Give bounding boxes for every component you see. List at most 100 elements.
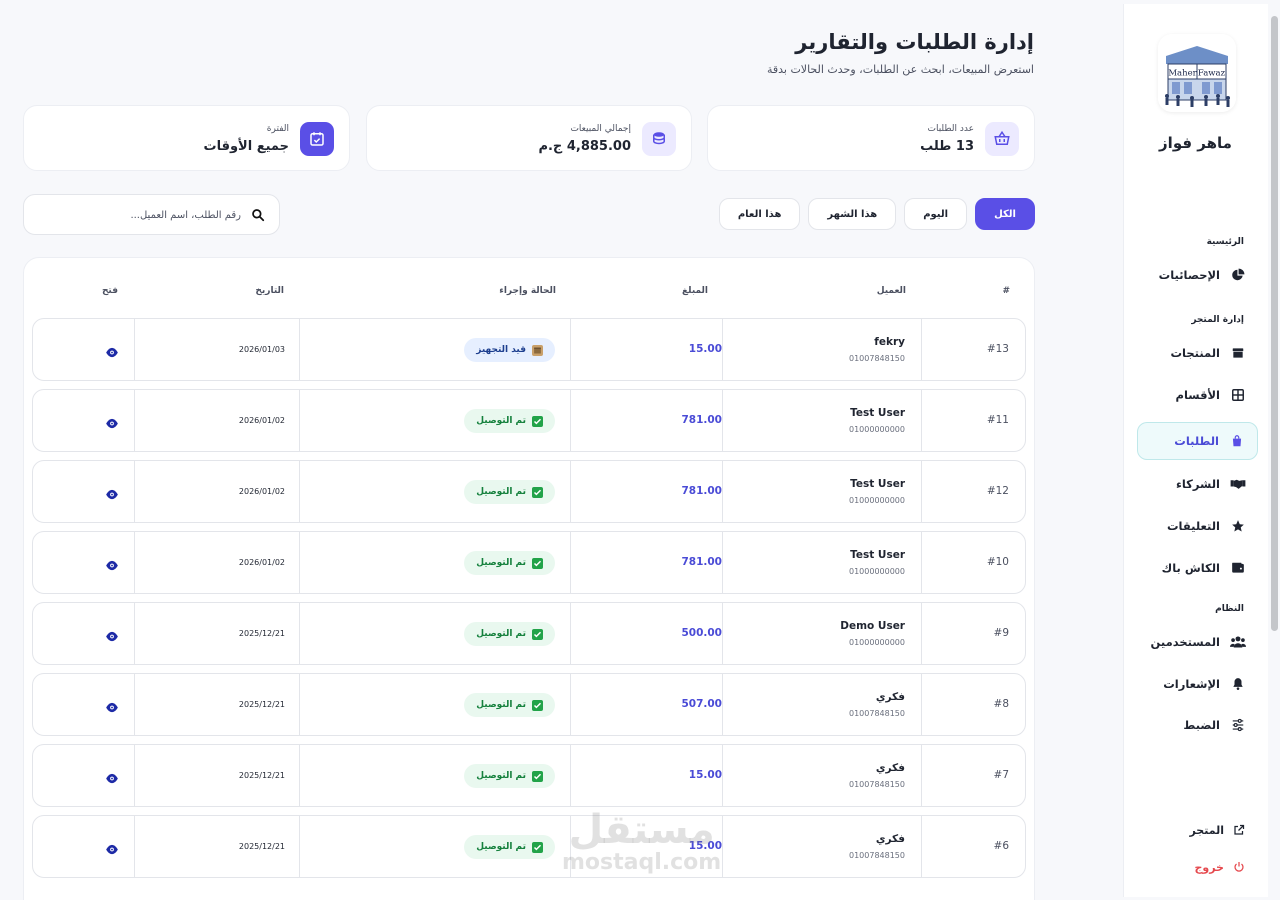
sidebar-item-reviews[interactable]: التعليقات: [1137, 507, 1258, 545]
sidebar-item-categories[interactable]: الأقسام: [1137, 376, 1258, 414]
cell-divider: [921, 461, 922, 522]
page-scrollbar[interactable]: [1271, 16, 1278, 631]
cell-divider: [570, 461, 571, 522]
cell-divider: [134, 816, 135, 877]
cell-divider: [921, 390, 922, 451]
order-number: #13: [986, 343, 1009, 355]
sidebar-item-statistics[interactable]: الإحصائيات: [1137, 256, 1258, 294]
coins-icon: [642, 122, 676, 156]
external-link-icon: [1232, 823, 1246, 837]
status-badge[interactable]: تم التوصيل: [464, 693, 555, 717]
cell-divider: [570, 532, 571, 593]
filter-today-button[interactable]: اليوم: [904, 198, 968, 230]
sidebar-item-notifications[interactable]: الإشعارات: [1137, 665, 1258, 703]
sidebar-item-label: الشركاء: [1175, 477, 1220, 491]
sidebar-item-partners[interactable]: الشركاء: [1137, 465, 1258, 503]
status-badge[interactable]: تم التوصيل: [464, 551, 555, 575]
logout-button[interactable]: خروج: [1137, 855, 1258, 879]
customer-name: Test User: [850, 549, 905, 561]
pie-chart-icon: [1230, 267, 1246, 283]
table-row[interactable]: #12 Test User 01000000000 781.00 تم التوصيل 2…: [32, 460, 1026, 523]
filter-all-button[interactable]: الكل: [975, 198, 1035, 230]
cell-divider: [134, 674, 135, 735]
cell-divider: [299, 390, 300, 451]
eye-icon[interactable]: [105, 769, 119, 788]
stat-value: 4,885.00 ج.م: [538, 139, 631, 154]
nav-section-system: النظام: [1215, 604, 1244, 614]
sidebar-item-cashback[interactable]: الكاش باك: [1137, 549, 1258, 587]
col-header-amount: المبلغ: [682, 286, 708, 296]
order-date: 2026/01/02: [238, 416, 285, 425]
sidebar-item-label: المنتجات: [1170, 346, 1220, 360]
sidebar-item-label: المستخدمين: [1150, 635, 1220, 649]
customer-name: فكري: [875, 833, 905, 845]
store-link[interactable]: المتجر: [1137, 818, 1258, 842]
table-row[interactable]: #6 فكري 01007848150 15.00 تم التوصيل 2025/12/…: [32, 815, 1026, 878]
col-header-number: #: [1002, 286, 1010, 296]
customer-name: فكري: [875, 691, 905, 703]
filter-year-button[interactable]: هذا العام: [718, 198, 801, 230]
eye-icon[interactable]: [105, 698, 119, 717]
sliders-icon: [1230, 717, 1246, 733]
cell-divider: [134, 603, 135, 664]
table-row[interactable]: #13 fekry 01007848150 15.00 قيد التجهيز 2026/…: [32, 318, 1026, 381]
stat-card-total-sales: إجمالي المبيعات 4,885.00 ج.م: [366, 105, 692, 171]
grid-icon: [1230, 387, 1246, 403]
status-badge[interactable]: تم التوصيل: [464, 622, 555, 646]
check-icon: [532, 557, 543, 569]
basket-icon: [985, 122, 1019, 156]
cell-divider: [722, 319, 723, 380]
sidebar: Maher Fawaz ماهر فواز الرئيسية الإحصائيا…: [1123, 4, 1268, 897]
orders-table: # العميل المبلغ الحالة وإجراء التاريخ فت…: [23, 257, 1035, 900]
eye-icon[interactable]: [105, 485, 119, 504]
table-row[interactable]: #7 فكري 01007848150 15.00 تم التوصيل 2025/12/…: [32, 744, 1026, 807]
status-badge[interactable]: تم التوصيل: [464, 480, 555, 504]
nav-section-main: الرئيسية: [1206, 237, 1244, 247]
filter-month-button[interactable]: هذا الشهر: [808, 198, 897, 230]
cell-divider: [921, 319, 922, 380]
eye-icon[interactable]: [105, 343, 119, 362]
cell-divider: [570, 745, 571, 806]
cell-divider: [921, 816, 922, 877]
status-text: تم التوصيل: [476, 771, 526, 781]
stat-card-period: الفترة جميع الأوقات: [23, 105, 350, 171]
table-row[interactable]: #10 Test User 01000000000 781.00 تم التوصيل 2…: [32, 531, 1026, 594]
order-date: 2026/01/02: [238, 558, 285, 567]
sidebar-item-users[interactable]: المستخدمين: [1137, 623, 1258, 661]
status-badge[interactable]: تم التوصيل: [464, 409, 555, 433]
cell-divider: [722, 532, 723, 593]
sidebar-item-label: الكاش باك: [1161, 561, 1220, 575]
cell-divider: [722, 816, 723, 877]
eye-icon[interactable]: [105, 414, 119, 433]
status-badge[interactable]: قيد التجهيز: [464, 338, 555, 362]
order-amount: 781.00: [681, 414, 722, 426]
wallet-icon: [1230, 560, 1246, 576]
sidebar-item-orders[interactable]: الطلبات: [1137, 422, 1258, 460]
table-row[interactable]: #9 Demo User 01000000000 500.00 تم التوصيل 20…: [32, 602, 1026, 665]
order-number: #12: [986, 485, 1009, 497]
check-icon: [532, 770, 543, 782]
status-badge[interactable]: تم التوصيل: [464, 764, 555, 788]
eye-icon[interactable]: [105, 627, 119, 646]
cell-divider: [299, 745, 300, 806]
cell-divider: [921, 603, 922, 664]
table-row[interactable]: #8 فكري 01007848150 507.00 تم التوصيل 2025/12…: [32, 673, 1026, 736]
eye-icon[interactable]: [105, 840, 119, 859]
stat-value: جميع الأوقات: [203, 139, 289, 154]
customer-name: Test User: [850, 478, 905, 490]
sidebar-item-products[interactable]: المنتجات: [1137, 334, 1258, 372]
stat-label: إجمالي المبيعات: [570, 124, 631, 134]
logout-label: خروج: [1194, 860, 1224, 874]
search-input[interactable]: [51, 206, 241, 224]
eye-icon[interactable]: [105, 556, 119, 575]
store-logo[interactable]: Maher Fawaz: [1158, 34, 1236, 112]
sidebar-item-label: التعليقات: [1167, 519, 1220, 533]
search-icon[interactable]: [251, 207, 265, 226]
table-row[interactable]: #11 Test User 01000000000 781.00 تم التوصيل 2…: [32, 389, 1026, 452]
cell-divider: [722, 674, 723, 735]
status-badge[interactable]: تم التوصيل: [464, 835, 555, 859]
sidebar-item-settings[interactable]: الضبط: [1137, 706, 1258, 744]
cell-divider: [299, 532, 300, 593]
search-box: [23, 194, 280, 235]
order-amount: 15.00: [688, 769, 722, 781]
